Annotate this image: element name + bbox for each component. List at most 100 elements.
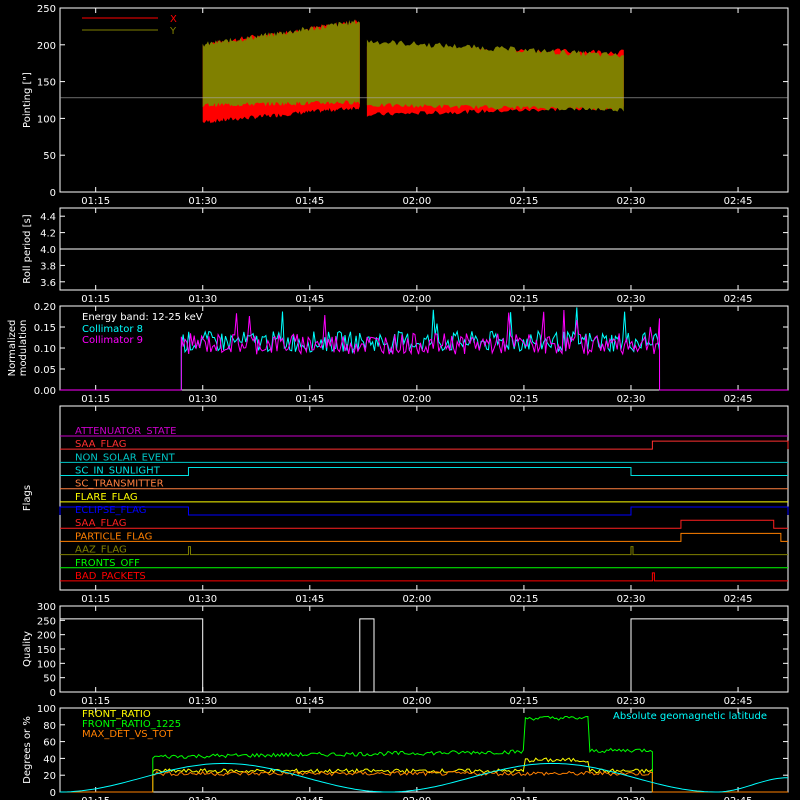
flags-xtick-label: 02:45: [724, 594, 753, 605]
pointing-xtick-label: 01:45: [295, 196, 324, 207]
roll-xtick-label: 02:00: [402, 294, 431, 305]
quality-ytick-label: 200: [37, 631, 56, 642]
flag-label: ATTENUATOR_STATE: [75, 426, 176, 437]
quality-ytick-label: 250: [37, 616, 56, 627]
front-ratio-legend-label: MAX_DET_VS_TOT: [82, 729, 174, 740]
pointing-xtick-label: 01:15: [81, 196, 110, 207]
modulation-xtick-label: 02:30: [617, 394, 646, 405]
flag-line: [60, 519, 788, 529]
front_ratio-xtick-label: 02:15: [510, 796, 539, 800]
modulation-ytick-label: 0.15: [34, 323, 56, 334]
modulation-legend-label: Collimator 9: [82, 335, 143, 346]
front-ratio-series-3: [60, 762, 789, 793]
pointing-ytick-label: 150: [37, 78, 56, 89]
chart-figure: 01:15 01:30 01:45 02:00 02:15 02:30 02:45 0 50 10…: [7, 4, 789, 800]
pointing-ytick-label: 100: [37, 114, 56, 125]
flag-label: SC_TRANSMITTER: [75, 479, 164, 490]
modulation-ylabel: Normalized: [7, 320, 18, 377]
front_ratio-xtick-label: 01:30: [188, 796, 217, 800]
flags-xtick-label: 01:15: [81, 594, 110, 605]
page: 01:15 01:30 01:45 02:00 02:15 02:30 02:45 0 50 10…: [0, 0, 800, 800]
pointing-xtick-label: 02:15: [510, 196, 539, 207]
pointing-ytick-label: 0: [50, 188, 56, 199]
flags-ylabel: Flags: [22, 485, 33, 511]
front_ratio-xtick-label: 01:15: [81, 796, 110, 800]
roll-xtick-label: 02:15: [510, 294, 539, 305]
modulation-ylabel: modulation: [18, 320, 29, 377]
roll-ytick-label: 4.0: [40, 245, 56, 256]
front_ratio-ytick-label: 20: [43, 771, 56, 782]
flag-line: [60, 572, 788, 582]
flags-xtick-label: 01:30: [188, 594, 217, 605]
series-band-Y: [202, 19, 360, 108]
flags-xtick-label: 02:30: [617, 594, 646, 605]
front_ratio-ytick-label: 80: [43, 721, 56, 732]
quality-line: [60, 618, 788, 693]
flag-label: PARTICLE_FLAG: [75, 531, 152, 542]
modulation-ytick-label: 0.05: [34, 365, 56, 376]
modulation-xtick-label: 02:45: [724, 394, 753, 405]
flag-label: SC_IN_SUNLIGHT: [75, 466, 161, 477]
flag-label: NON_SOLAR_EVENT: [75, 452, 176, 463]
flag-label: SAA_FLAG: [75, 439, 126, 450]
modulation-ytick-label: 0.00: [34, 386, 56, 397]
quality-ytick-label: 100: [37, 659, 56, 670]
flags-xtick-label: 02:00: [402, 594, 431, 605]
modulation-xtick-label: 01:30: [188, 394, 217, 405]
quality-xtick-label: 02:45: [724, 696, 753, 707]
flag-label: FLARE_FLAG: [75, 492, 138, 503]
quality-xtick-label: 01:45: [295, 696, 324, 707]
pointing-ytick-label: 50: [43, 151, 56, 162]
pointing-xtick-label: 02:00: [402, 196, 431, 207]
modulation-xtick-label: 02:15: [510, 394, 539, 405]
front_ratio-ytick-label: 100: [37, 704, 56, 715]
front_ratio-ylabel: Degrees or %: [22, 716, 33, 784]
front_ratio-xtick-label: 02:30: [617, 796, 646, 800]
front_ratio-ytick-label: 40: [43, 754, 56, 765]
modulation-ytick-label: 0.20: [34, 302, 56, 313]
roll-xtick-label: 01:30: [188, 294, 217, 305]
flag-label: SAA_FLAG: [75, 518, 126, 529]
flag-label: BAD_PACKETS: [75, 571, 146, 582]
quality-xtick-label: 01:30: [188, 696, 217, 707]
flags-xtick-label: 01:45: [295, 594, 324, 605]
roll-ylabel: Roll period [s]: [22, 214, 33, 283]
flag-label: FRONTS_OFF: [75, 558, 140, 569]
quality-xtick-label: 02:00: [402, 696, 431, 707]
roll-xtick-label: 02:45: [724, 294, 753, 305]
modulation-legend-label: Collimator 8: [82, 324, 143, 335]
modulation-ytick-label: 0.10: [34, 344, 56, 355]
roll-ytick-label: 4.4: [40, 212, 56, 223]
modulation-xtick-label: 01:15: [81, 394, 110, 405]
front_ratio-ytick-label: 0: [50, 788, 56, 799]
flag-label: AAZ_FLAG: [75, 545, 127, 556]
roll-xtick-label: 01:45: [295, 294, 324, 305]
flag-line: [60, 440, 789, 450]
quality-ylabel: Quality: [22, 631, 33, 667]
flag-line: [60, 532, 788, 542]
quality-ytick-label: 300: [37, 602, 56, 613]
roll-xtick-label: 02:30: [617, 294, 646, 305]
pointing-xtick-label: 02:45: [724, 196, 753, 207]
pointing-ytick-label: 250: [37, 4, 56, 15]
front_ratio-xtick-label: 01:45: [295, 796, 324, 800]
front-ratio-legend-label: Absolute geomagnetic latitude: [613, 711, 767, 722]
roll-ytick-label: 3.8: [40, 261, 56, 272]
roll-xtick-label: 01:15: [81, 294, 110, 305]
front-ratio-series-0: [60, 757, 788, 793]
pointing-ytick-label: 200: [37, 41, 56, 52]
legend-label-X: X: [170, 14, 177, 25]
modulation-xtick-label: 02:00: [402, 394, 431, 405]
quality-xtick-label: 02:30: [617, 696, 646, 707]
quality-ytick-label: 0: [50, 688, 56, 699]
modulation-annotation: Energy band: 12-25 keV: [82, 312, 203, 323]
flag-line: [59, 506, 789, 516]
roll-ytick-label: 4.2: [40, 229, 56, 240]
front_ratio-xtick-label: 02:45: [724, 796, 753, 800]
pointing-xtick-label: 02:30: [617, 196, 646, 207]
flag-line: [60, 467, 788, 477]
quality-ytick-label: 150: [37, 645, 56, 656]
roll-ytick-label: 3.6: [40, 278, 56, 289]
front_ratio-xtick-label: 02:00: [402, 796, 431, 800]
legend-label-Y: Y: [169, 26, 177, 37]
